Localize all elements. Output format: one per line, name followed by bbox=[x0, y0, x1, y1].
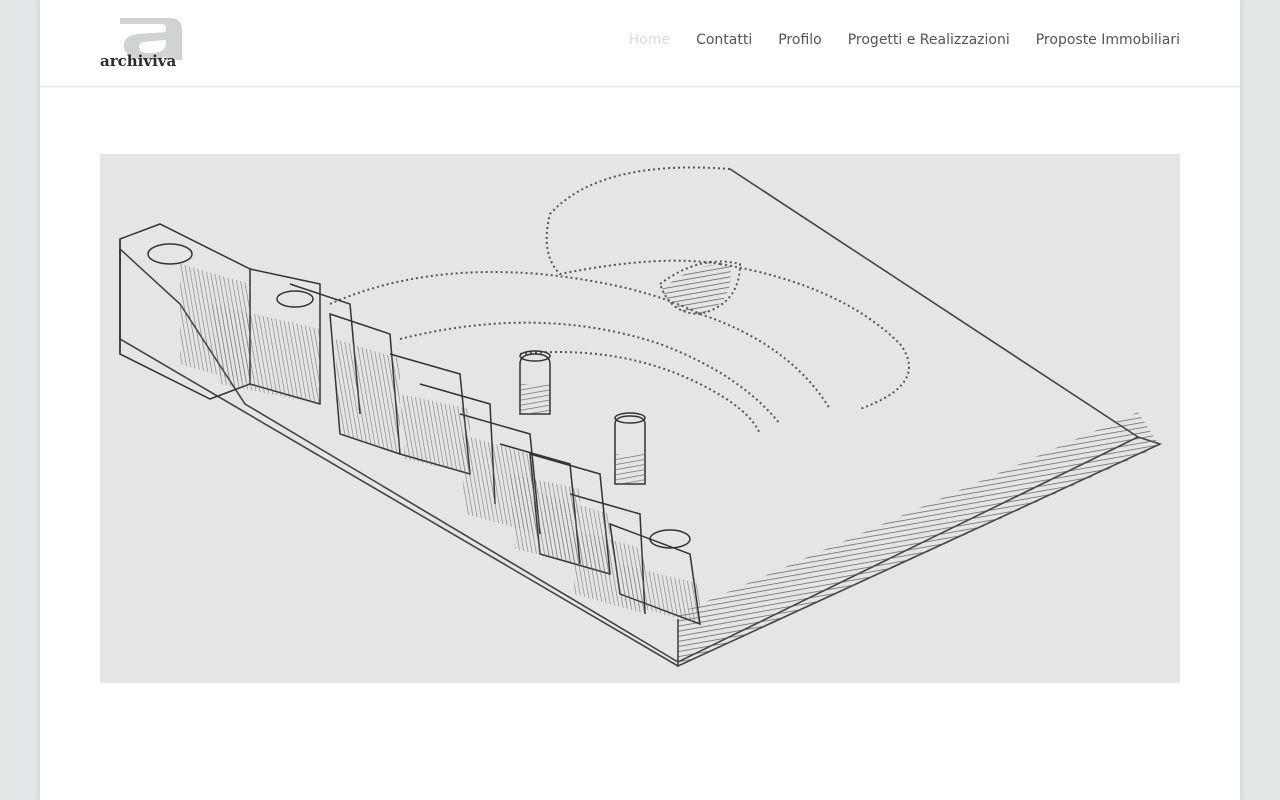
site-logo[interactable]: archiviva bbox=[100, 16, 184, 70]
nav-item-home[interactable]: Home bbox=[629, 32, 670, 48]
nav-item-profilo[interactable]: Profilo bbox=[778, 32, 821, 48]
site-header: archiviva Home Contatti Profilo Progetti… bbox=[40, 0, 1240, 87]
nav-item-progetti[interactable]: Progetti e Realizzazioni bbox=[848, 32, 1010, 48]
main-nav: Home Contatti Profilo Progetti e Realizz… bbox=[603, 30, 1180, 50]
nav-item-contatti[interactable]: Contatti bbox=[696, 32, 752, 48]
logo-wordmark: archiviva bbox=[100, 52, 177, 70]
page-container: archiviva Home Contatti Profilo Progetti… bbox=[40, 0, 1240, 800]
sketch-illustration bbox=[119, 166, 1163, 668]
nav-item-proposte[interactable]: Proposte Immobiliari bbox=[1036, 32, 1180, 48]
hero-image bbox=[100, 154, 1180, 683]
